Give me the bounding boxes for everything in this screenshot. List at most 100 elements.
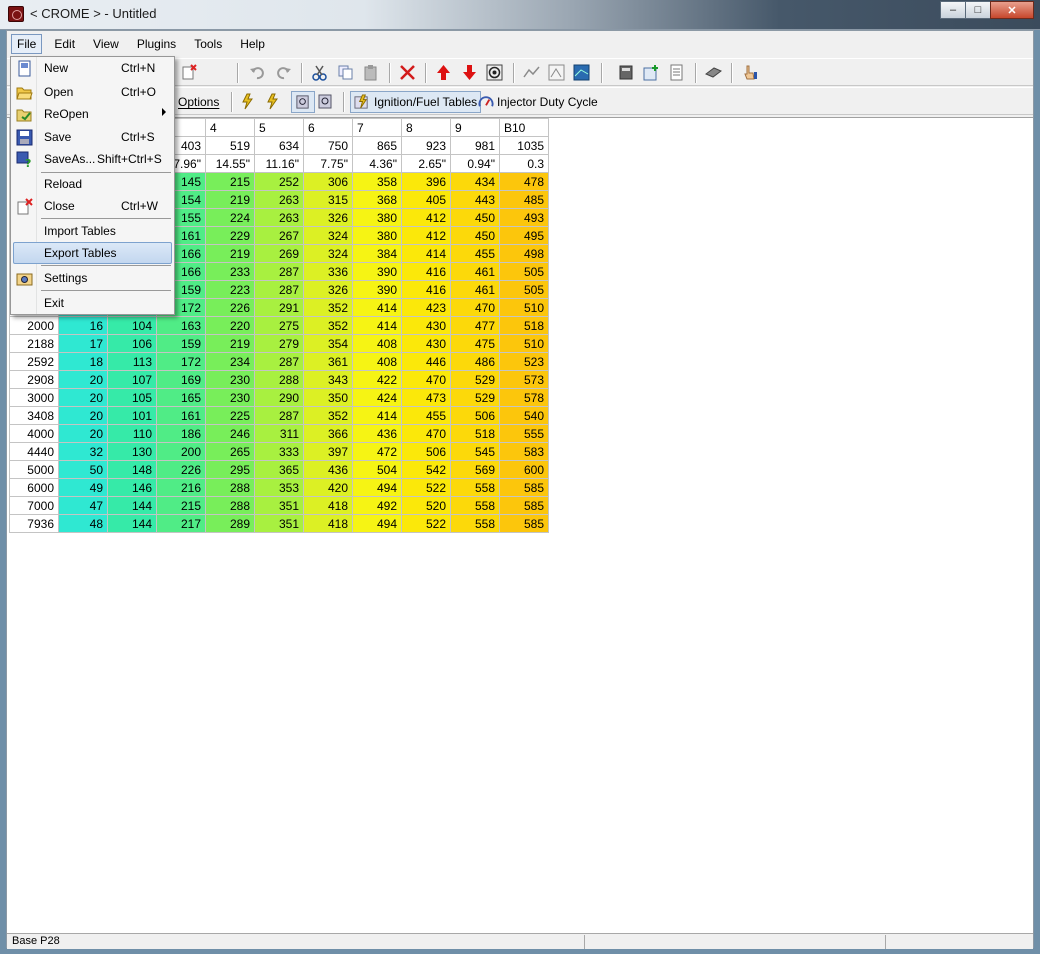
menu-item-save-as[interactable]: ? SaveAs... Shift+Ctrl+S [13, 148, 172, 170]
fuel-value-cell[interactable]: 573 [499, 370, 549, 389]
injector-duty-cycle-tab[interactable]: Injector Duty Cycle [475, 91, 601, 113]
fuel-value-cell[interactable]: 522 [401, 514, 451, 533]
fuel-value-cell[interactable]: 558 [450, 478, 500, 497]
fuel-value-cell[interactable]: 215 [156, 496, 206, 515]
fuel-value-cell[interactable]: 324 [303, 226, 353, 245]
undo-icon[interactable] [249, 64, 266, 81]
fuel-value-cell[interactable]: 20 [58, 406, 108, 425]
fuel-value-cell[interactable]: 105 [107, 388, 157, 407]
fuel-value-cell[interactable]: 494 [352, 478, 402, 497]
fuel-value-cell[interactable]: 275 [254, 316, 304, 335]
fuel-value-cell[interactable]: 110 [107, 424, 157, 443]
fuel-value-cell[interactable]: 416 [401, 262, 451, 281]
menu-plugins[interactable]: Plugins [128, 34, 185, 54]
fuel-value-cell[interactable]: 311 [254, 424, 304, 443]
fuel-value-cell[interactable]: 430 [401, 316, 451, 335]
fuel-value-cell[interactable]: 229 [205, 226, 255, 245]
fuel-value-cell[interactable]: 263 [254, 190, 304, 209]
graph-line-icon[interactable] [523, 64, 540, 81]
fuel-value-cell[interactable]: 291 [254, 298, 304, 317]
fuel-value-cell[interactable]: 223 [205, 280, 255, 299]
fuel-value-cell[interactable]: 306 [303, 172, 353, 191]
fuel-value-cell[interactable]: 412 [401, 208, 451, 227]
fuel-value-cell[interactable]: 265 [205, 442, 255, 461]
fuel-value-cell[interactable]: 217 [156, 514, 206, 533]
fuel-value-cell[interactable]: 542 [401, 460, 451, 479]
ignition-map-2-icon[interactable] [265, 93, 282, 110]
fuel-value-cell[interactable]: 287 [254, 352, 304, 371]
target-value-icon[interactable] [486, 64, 503, 81]
fuel-value-cell[interactable]: 583 [499, 442, 549, 461]
cut-icon[interactable] [311, 64, 328, 81]
fuel-value-cell[interactable]: 146 [107, 478, 157, 497]
fuel-value-cell[interactable]: 380 [352, 226, 402, 245]
fuel-value-cell[interactable]: 169 [156, 370, 206, 389]
fuel-value-cell[interactable]: 505 [499, 280, 549, 299]
close-window-button[interactable]: ✕ [990, 1, 1034, 19]
fuel-value-cell[interactable]: 569 [450, 460, 500, 479]
3d-map-icon[interactable] [573, 64, 590, 81]
fuel-value-cell[interactable]: 361 [303, 352, 353, 371]
fuel-value-cell[interactable]: 423 [401, 298, 451, 317]
fuel-value-cell[interactable]: 148 [107, 460, 157, 479]
fuel-value-cell[interactable]: 287 [254, 262, 304, 281]
fuel-value-cell[interactable]: 225 [205, 406, 255, 425]
fuel-value-cell[interactable]: 414 [352, 298, 402, 317]
ignition-fuel-tables-tab[interactable]: Ignition/Fuel Tables [350, 91, 482, 113]
fuel-value-cell[interactable]: 585 [499, 496, 549, 515]
fuel-value-cell[interactable]: 315 [303, 190, 353, 209]
fuel-value-cell[interactable]: 443 [450, 190, 500, 209]
menu-tools[interactable]: Tools [185, 34, 231, 54]
datalog-icon[interactable] [618, 64, 635, 81]
fuel-value-cell[interactable]: 522 [401, 478, 451, 497]
fuel-value-cell[interactable]: 224 [205, 208, 255, 227]
menu-item-close[interactable]: Close Ctrl+W [13, 195, 172, 217]
fuel-value-cell[interactable]: 287 [254, 280, 304, 299]
delete-x-icon[interactable] [399, 64, 416, 81]
fuel-value-cell[interactable]: 295 [205, 460, 255, 479]
fuel-value-cell[interactable]: 186 [156, 424, 206, 443]
close-table-icon[interactable] [181, 64, 198, 81]
fuel-value-cell[interactable]: 470 [401, 370, 451, 389]
maximize-button[interactable]: □ [965, 1, 991, 19]
fuel-value-cell[interactable]: 434 [450, 172, 500, 191]
fuel-value-cell[interactable]: 50 [58, 460, 108, 479]
fuel-value-cell[interactable]: 461 [450, 280, 500, 299]
fuel-value-cell[interactable]: 555 [499, 424, 549, 443]
fuel-value-cell[interactable]: 343 [303, 370, 353, 389]
fuel-value-cell[interactable]: 216 [156, 478, 206, 497]
fuel-value-cell[interactable]: 498 [499, 244, 549, 263]
fuel-value-cell[interactable]: 161 [156, 406, 206, 425]
ignition-map-1-icon[interactable] [240, 93, 257, 110]
fuel-value-cell[interactable]: 336 [303, 262, 353, 281]
fuel-value-cell[interactable]: 390 [352, 262, 402, 281]
fuel-value-cell[interactable]: 358 [352, 172, 402, 191]
fuel-value-cell[interactable]: 418 [303, 496, 353, 515]
fuel-value-cell[interactable]: 287 [254, 406, 304, 425]
fuel-value-cell[interactable]: 144 [107, 496, 157, 515]
fuel-value-cell[interactable]: 324 [303, 244, 353, 263]
fuel-value-cell[interactable]: 510 [499, 298, 549, 317]
fuel-value-cell[interactable]: 219 [205, 334, 255, 353]
fuel-value-cell[interactable]: 485 [499, 190, 549, 209]
fuel-value-cell[interactable]: 504 [352, 460, 402, 479]
fuel-value-cell[interactable]: 353 [254, 478, 304, 497]
fuel-value-cell[interactable]: 288 [205, 478, 255, 497]
notes-icon[interactable] [668, 64, 685, 81]
fuel-value-cell[interactable]: 475 [450, 334, 500, 353]
fuel-value-cell[interactable]: 585 [499, 478, 549, 497]
fuel-value-cell[interactable]: 430 [401, 334, 451, 353]
fuel-value-cell[interactable]: 523 [499, 352, 549, 371]
fuel-value-cell[interactable]: 390 [352, 280, 402, 299]
fuel-value-cell[interactable]: 163 [156, 316, 206, 335]
fuel-value-cell[interactable]: 215 [205, 172, 255, 191]
fuel-value-cell[interactable]: 351 [254, 514, 304, 533]
fuel-value-cell[interactable]: 408 [352, 334, 402, 353]
fuel-value-cell[interactable]: 226 [205, 298, 255, 317]
add-chart-icon[interactable] [643, 64, 660, 81]
fuel-value-cell[interactable]: 288 [254, 370, 304, 389]
fuel-value-cell[interactable]: 436 [303, 460, 353, 479]
fuel-value-cell[interactable]: 20 [58, 388, 108, 407]
fuel-value-cell[interactable]: 396 [401, 172, 451, 191]
minimize-button[interactable]: – [940, 1, 966, 19]
